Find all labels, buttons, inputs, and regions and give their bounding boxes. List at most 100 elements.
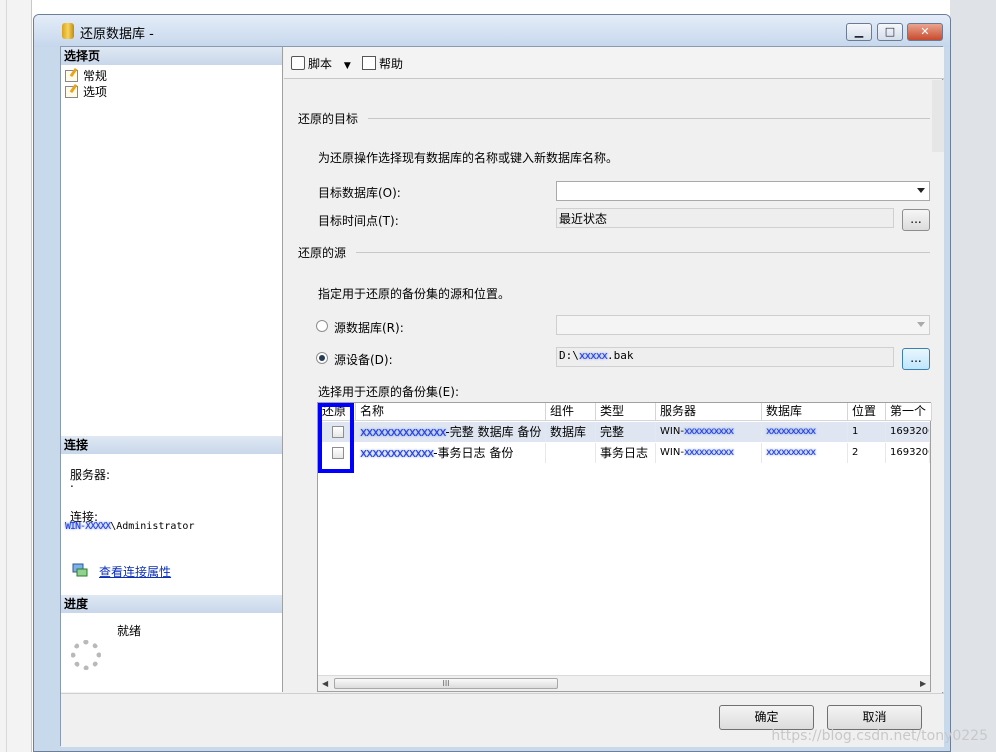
left-pane: 选择页 常规 选项 连接 服务器: . 连接: WIN-XXXXX\Admini…	[61, 47, 283, 692]
script-icon	[291, 56, 305, 70]
backup-sets-grid: 还原 名称 组件 类型 服务器 数据库 位置 第一个 xxxxxxxxxxxxx…	[317, 402, 932, 692]
server-label: 服务器:	[70, 468, 111, 482]
connection-user-suffix: \Administrator	[110, 521, 195, 532]
pages-header: 选择页	[61, 47, 282, 65]
destination-group-title: 还原的目标	[298, 112, 359, 126]
cancel-button[interactable]: 取消	[827, 705, 922, 730]
row-type: 事务日志	[596, 443, 656, 463]
row-component	[546, 443, 596, 463]
background-right-panel	[950, 0, 996, 752]
table-row[interactable]: xxxxxxxxxxxx-事务日志 备份 事务日志 WIN-xxxxxxxxxx…	[318, 443, 930, 463]
target-time-field: 最近状态	[556, 208, 894, 228]
restore-database-dialog: 还原数据库 - ▁ □ ✕ 选择页 常规 选项 连接 服务器: . 连接: WI…	[33, 14, 951, 752]
name-text: -事务日志 备份	[433, 446, 514, 460]
connection-user-redacted: WIN-XXXXX	[65, 521, 111, 532]
window-title: 还原数据库 -	[80, 27, 154, 42]
row-name: xxxxxxxxxxxxxx-完整 数据库 备份	[356, 422, 546, 442]
script-button[interactable]: 脚本 ▼	[291, 55, 351, 72]
database-redacted: xxxxxxxxxx	[766, 426, 816, 437]
progress-spinner-icon	[71, 640, 101, 670]
target-time-label: 目标时间点(T):	[318, 214, 399, 228]
scroll-left-icon[interactable]: ◀	[322, 679, 328, 688]
server-redacted: xxxxxxxxxx	[683, 426, 734, 437]
source-device-label: 源设备(D):	[334, 353, 393, 367]
help-icon	[362, 56, 376, 70]
row-server: WIN-xxxxxxxxxx	[656, 422, 762, 442]
dropdown-arrow-icon	[917, 322, 925, 327]
name-text: -完整 数据库 备份	[445, 425, 542, 439]
target-time-browse-button[interactable]: ...	[902, 209, 930, 231]
page-general-label: 常规	[83, 69, 108, 83]
row-database: xxxxxxxxxx	[762, 443, 848, 463]
row-first: 1693200	[886, 422, 930, 442]
col-name[interactable]: 名称	[356, 403, 546, 421]
script-label: 脚本	[308, 57, 333, 71]
table-row[interactable]: xxxxxxxxxxxxxx-完整 数据库 备份 数据库 完整 WIN-xxxx…	[318, 422, 930, 442]
device-path-prefix: D:\	[559, 349, 579, 362]
row-position: 2	[848, 443, 886, 463]
source-database-radio[interactable]	[316, 320, 328, 332]
page-icon	[65, 70, 78, 82]
source-database-combo[interactable]	[556, 315, 930, 335]
row-name: xxxxxxxxxxxx-事务日志 备份	[356, 443, 546, 463]
row-server: WIN-xxxxxxxxxx	[656, 443, 762, 463]
toolbar: 脚本 ▼ 帮助	[284, 47, 944, 79]
row-first: 1693200	[886, 443, 930, 463]
help-label: 帮助	[379, 57, 404, 71]
row-type: 完整	[596, 422, 656, 442]
name-redacted: xxxxxxxxxxxxxx	[360, 425, 446, 439]
progress-status: 就绪	[117, 624, 142, 638]
maximize-button[interactable]: □	[877, 23, 903, 41]
backup-sets-label: 选择用于还原的备份集(E):	[318, 385, 459, 399]
server-redacted: xxxxxxxxxx	[683, 447, 734, 458]
background-left-panel	[0, 0, 32, 752]
col-component[interactable]: 组件	[546, 403, 596, 421]
vertical-scrollbar[interactable]	[932, 80, 944, 152]
col-server[interactable]: 服务器	[656, 403, 762, 421]
database-icon	[62, 23, 74, 39]
source-group-line	[356, 252, 930, 253]
source-device-radio[interactable]	[316, 352, 328, 364]
title-bar[interactable]: 还原数据库 - ▁ □ ✕	[34, 15, 950, 47]
target-database-combo[interactable]	[556, 181, 930, 201]
source-device-browse-button[interactable]: ...	[902, 348, 930, 370]
source-database-label: 源数据库(R):	[334, 321, 404, 335]
connection-header: 连接	[61, 436, 282, 454]
script-dropdown-icon[interactable]: ▼	[344, 61, 351, 71]
dialog-client: 选择页 常规 选项 连接 服务器: . 连接: WIN-XXXXX\Admini…	[60, 46, 944, 747]
device-path-suffix: .bak	[607, 349, 634, 362]
col-first[interactable]: 第一个	[886, 403, 932, 421]
view-connection-properties-link[interactable]: 查看连接属性	[99, 563, 171, 580]
row-database: xxxxxxxxxx	[762, 422, 848, 442]
source-description: 指定用于还原的备份集的源和位置。	[318, 287, 511, 301]
general-page: 还原的目标 为还原操作选择现有数据库的名称或键入新数据库名称。 目标数据库(O)…	[284, 80, 944, 692]
close-button[interactable]: ✕	[907, 23, 943, 41]
database-redacted: xxxxxxxxxx	[766, 447, 816, 458]
source-group-title: 还原的源	[298, 246, 347, 260]
col-position[interactable]: 位置	[848, 403, 886, 421]
dropdown-arrow-icon	[917, 188, 925, 193]
row-position: 1	[848, 422, 886, 442]
help-button[interactable]: 帮助	[362, 55, 403, 72]
source-device-field: D:\xxxxx.bak	[556, 347, 894, 367]
horizontal-scrollbar[interactable]: ◀ III ▶	[318, 675, 930, 691]
destination-description: 为还原操作选择现有数据库的名称或键入新数据库名称。	[318, 151, 619, 165]
ok-button[interactable]: 确定	[719, 705, 814, 730]
connection-properties-icon	[72, 563, 88, 577]
restore-column-highlight	[318, 403, 354, 473]
col-type[interactable]: 类型	[596, 403, 656, 421]
page-general[interactable]: 常规	[65, 67, 107, 84]
name-redacted: xxxxxxxxxxxx	[360, 446, 434, 460]
scroll-thumb[interactable]: III	[334, 678, 558, 689]
background-divider	[6, 0, 7, 752]
page-icon	[65, 86, 78, 98]
page-options-label: 选项	[83, 85, 108, 99]
device-path-redacted: xxxxx	[578, 349, 608, 362]
col-database[interactable]: 数据库	[762, 403, 848, 421]
minimize-button[interactable]: ▁	[846, 23, 872, 41]
destination-group-line	[368, 118, 930, 119]
target-database-label: 目标数据库(O):	[318, 186, 401, 200]
page-options[interactable]: 选项	[65, 83, 107, 100]
watermark: https://blog.csdn.net/tony0225	[771, 728, 988, 744]
scroll-right-icon[interactable]: ▶	[920, 679, 926, 688]
